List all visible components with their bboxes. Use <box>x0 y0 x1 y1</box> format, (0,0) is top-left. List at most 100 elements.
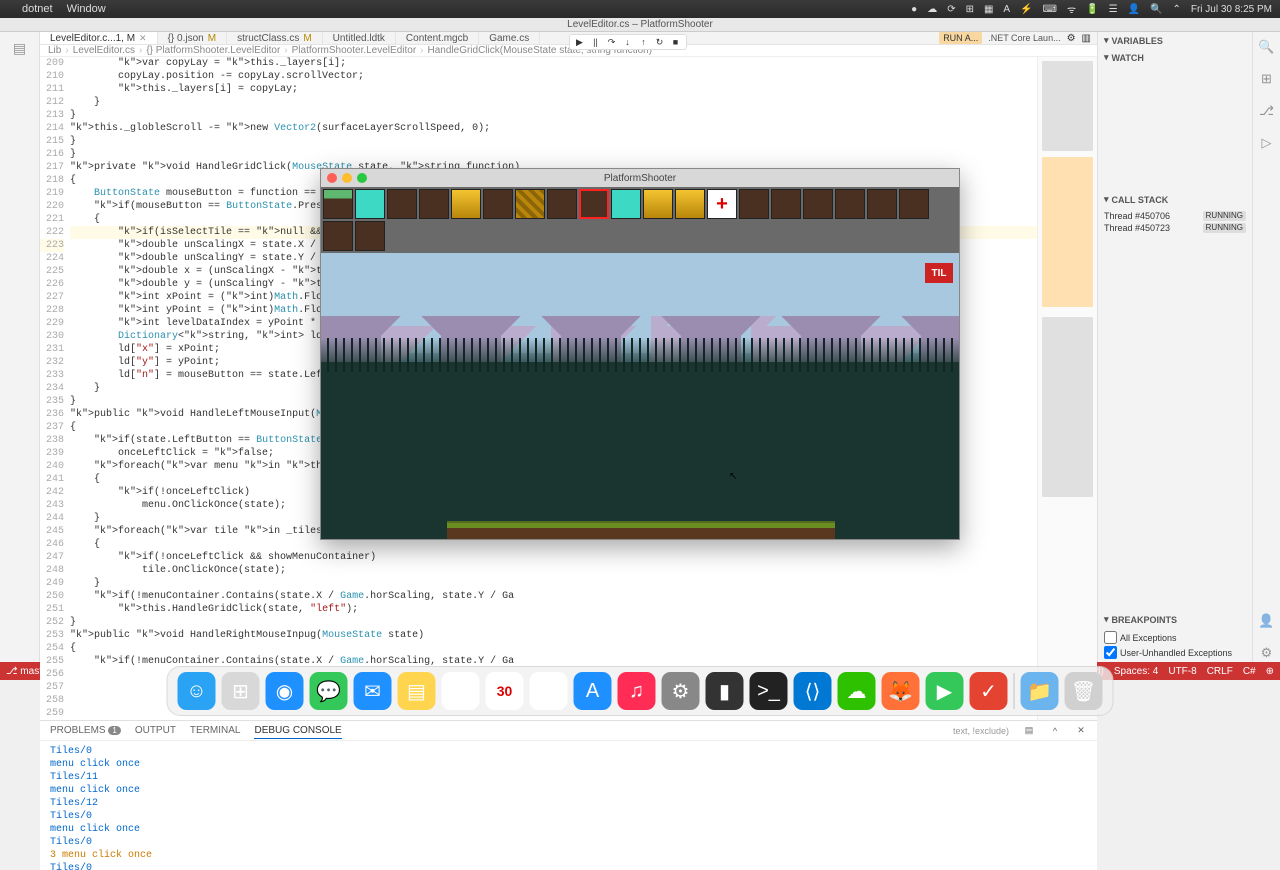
palette-tile[interactable] <box>867 189 897 219</box>
palette-tile[interactable] <box>515 189 545 219</box>
account-icon[interactable]: 👤 <box>1258 612 1276 630</box>
gear-icon[interactable]: ⚙ <box>1067 33 1076 44</box>
menubar-status-icon[interactable]: ⊞ <box>966 4 974 15</box>
breakpoint-toggle[interactable]: User-Unhandled Exceptions <box>1104 645 1246 660</box>
palette-tile[interactable] <box>675 189 705 219</box>
status-item[interactable]: UTF-8 <box>1168 666 1196 677</box>
breadcrumb-segment[interactable]: LevelEditor.cs <box>73 45 135 56</box>
palette-tile[interactable] <box>643 189 673 219</box>
status-item[interactable]: Spaces: 4 <box>1114 666 1158 677</box>
palette-tile[interactable] <box>451 189 481 219</box>
settings-gear-icon[interactable]: ⚙ <box>1258 644 1276 662</box>
dock-app-wechat[interactable]: ☁ <box>838 672 876 710</box>
dock-app-vscode[interactable]: ⟨⟩ <box>794 672 832 710</box>
scm-icon[interactable]: ⎇ <box>1258 102 1276 120</box>
palette-tile[interactable] <box>483 189 513 219</box>
menubar-status-icon[interactable]: 👤 <box>1128 4 1140 15</box>
editor-tab[interactable]: Untitled.ldtk <box>323 32 396 44</box>
callstack-section[interactable]: ▾ CALL STACK <box>1098 191 1252 208</box>
dock-app-todoist[interactable]: ✓ <box>970 672 1008 710</box>
menubar-status-icon[interactable]: ● <box>911 4 917 15</box>
menubar-status-icon[interactable]: ⟳ <box>947 4 955 15</box>
menubar-status-icon[interactable]: ⌃ <box>1172 4 1180 15</box>
panel-maximize-icon[interactable]: ^ <box>1049 725 1061 737</box>
dock-app-firefox[interactable]: 🦊 <box>882 672 920 710</box>
status-item[interactable]: CRLF <box>1207 666 1233 677</box>
dock-app-trash[interactable]: 🗑 <box>1065 672 1103 710</box>
explorer-icon[interactable]: ▤ <box>10 38 30 58</box>
editor-tab[interactable]: {} 0.jsonM <box>158 32 228 44</box>
menubar-status-icon[interactable]: ⌨ <box>1043 4 1057 15</box>
watch-section[interactable]: ▾ WATCH <box>1098 49 1252 66</box>
run-config-label[interactable]: RUN A... <box>939 32 982 44</box>
dock-app-launchpad[interactable]: ⊞ <box>222 672 260 710</box>
debug-control-button[interactable]: ▶ <box>574 36 586 48</box>
debug-control-button[interactable]: ↑ <box>638 36 650 48</box>
panel-tab[interactable]: PROBLEMS 1 <box>50 723 121 738</box>
menubar-clock[interactable]: Fri Jul 30 8:25 PM <box>1191 4 1272 15</box>
variables-section[interactable]: ▾ VARIABLES <box>1098 32 1252 49</box>
dock-app-calendar[interactable]: 30 <box>486 672 524 710</box>
editor-tab[interactable]: structClass.csM <box>227 32 323 44</box>
split-editor-icon[interactable]: ▥ <box>1082 33 1091 44</box>
dock-app-music[interactable]: ♫ <box>618 672 656 710</box>
menubar-status-icon[interactable]: 🔍 <box>1150 4 1162 15</box>
thread-row[interactable]: Thread #450723RUNNING <box>1104 222 1246 234</box>
palette-tile[interactable] <box>803 189 833 219</box>
menu-window[interactable]: Window <box>67 3 106 15</box>
palette-tile[interactable] <box>387 189 417 219</box>
status-item[interactable]: C# <box>1243 666 1256 677</box>
dock-app-safari[interactable]: ◉ <box>266 672 304 710</box>
breakpoints-section[interactable]: ▾ BREAKPOINTS <box>1098 611 1252 628</box>
breakpoint-toggle[interactable]: All Exceptions <box>1104 630 1246 645</box>
debug-console-output[interactable]: Tiles/0menu click onceTiles/11menu click… <box>40 741 1097 870</box>
dock-app-mail[interactable]: ✉ <box>354 672 392 710</box>
dock-app-photos[interactable]: ✿ <box>442 672 480 710</box>
palette-tile[interactable] <box>835 189 865 219</box>
thread-row[interactable]: Thread #450706RUNNING <box>1104 210 1246 222</box>
menubar-status-icon[interactable]: A <box>1003 4 1010 15</box>
debug-control-button[interactable]: || <box>590 36 602 48</box>
breadcrumb-segment[interactable]: PlatformShooter.LevelEditor <box>292 45 417 56</box>
dock-app-settings[interactable]: ⚙ <box>662 672 700 710</box>
run-target[interactable]: .NET Core Laun... <box>988 33 1060 43</box>
palette-tile[interactable] <box>579 189 609 219</box>
palette-tile[interactable] <box>611 189 641 219</box>
palette-tile[interactable] <box>739 189 769 219</box>
breadcrumb-segment[interactable]: {} PlatformShooter.LevelEditor <box>146 45 280 56</box>
app-name[interactable]: dotnet <box>22 3 53 15</box>
palette-tile[interactable] <box>355 189 385 219</box>
palette-tile[interactable] <box>707 189 737 219</box>
palette-tile[interactable] <box>899 189 929 219</box>
extension-icon[interactable]: ⊞ <box>1258 70 1276 88</box>
dock-app-facetime[interactable]: ▶ <box>926 672 964 710</box>
debug-control-button[interactable]: ↷ <box>606 36 618 48</box>
game-canvas[interactable]: TIL ↖ <box>321 253 959 539</box>
dock-app-appstore[interactable]: A <box>574 672 612 710</box>
palette-tile[interactable] <box>355 221 385 251</box>
dock-app-reminders[interactable]: ☰ <box>530 672 568 710</box>
palette-tile[interactable] <box>547 189 577 219</box>
menubar-status-icon[interactable]: ᯤ <box>1067 2 1076 16</box>
panel-tab[interactable]: TERMINAL <box>190 723 241 738</box>
dock-app-dark[interactable]: ▮ <box>706 672 744 710</box>
menubar-status-icon[interactable]: ☰ <box>1109 4 1118 15</box>
dock-app-notes[interactable]: ▤ <box>398 672 436 710</box>
menubar-status-icon[interactable]: ▦ <box>984 4 993 15</box>
dock-app-terminal[interactable]: >_ <box>750 672 788 710</box>
palette-tile[interactable] <box>323 189 353 219</box>
debug-control-button[interactable]: ↻ <box>654 36 666 48</box>
menubar-status-icon[interactable]: ⚡ <box>1020 4 1032 15</box>
status-item[interactable]: ⊕ <box>1266 666 1274 677</box>
search-icon[interactable]: 🔍 <box>1258 38 1276 56</box>
menubar-status-icon[interactable]: ☁ <box>927 4 937 15</box>
debug-control-button[interactable]: ↓ <box>622 36 634 48</box>
dock-app-finder[interactable]: ☺ <box>178 672 216 710</box>
debug-icon[interactable]: ▷ <box>1258 134 1276 152</box>
menubar-status-icon[interactable]: 🔋 <box>1086 4 1098 15</box>
editor-tab[interactable]: Game.cs <box>479 32 540 44</box>
palette-tile[interactable] <box>419 189 449 219</box>
minimap[interactable] <box>1037 57 1097 720</box>
breadcrumb-segment[interactable]: Lib <box>48 45 61 56</box>
palette-tile[interactable] <box>771 189 801 219</box>
